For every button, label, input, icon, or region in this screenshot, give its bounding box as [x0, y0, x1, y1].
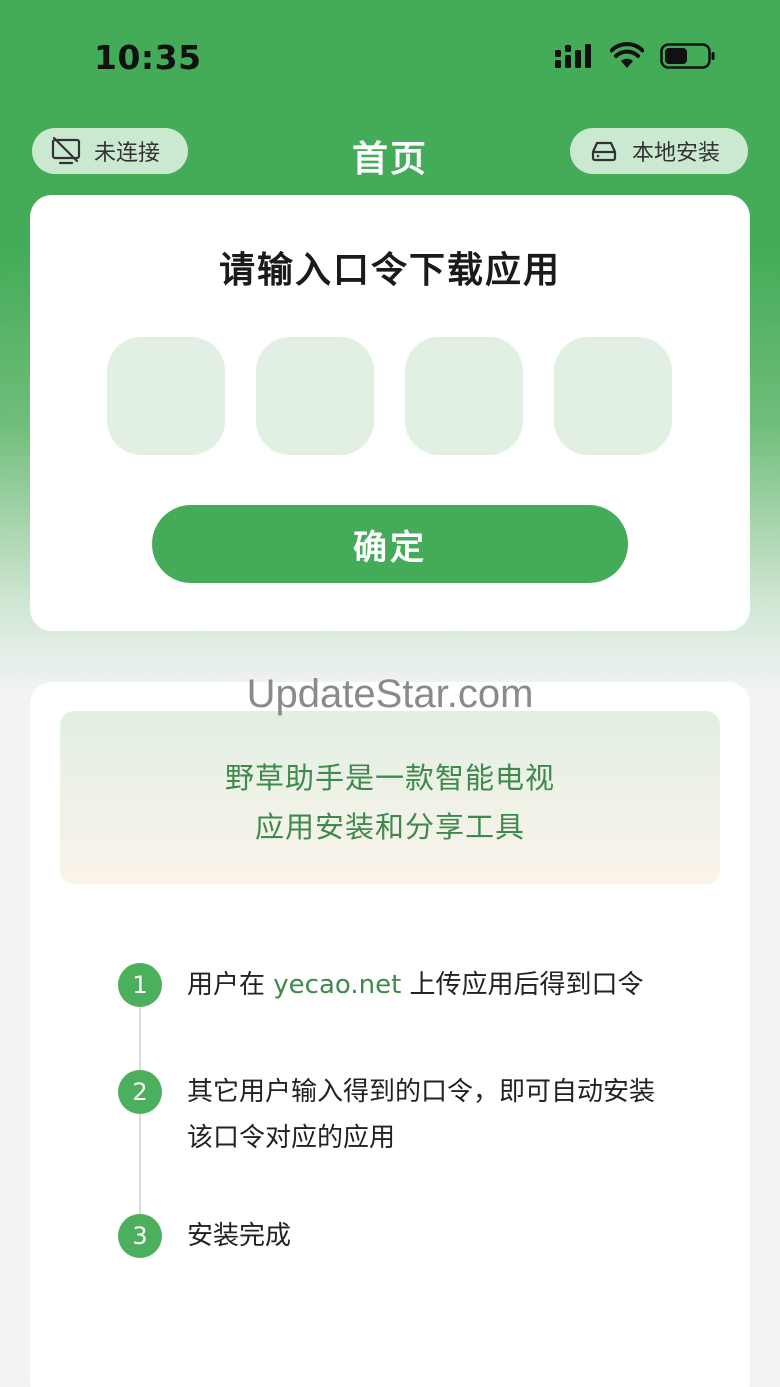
battery-icon: [660, 43, 715, 69]
local-install-label: 本地安装: [632, 141, 721, 166]
step-text: 用户在 yecao.net 上传应用后得到口令: [187, 962, 677, 1008]
code-input-box[interactable]: [256, 337, 374, 455]
watermark: UpdateStar.com: [246, 672, 534, 716]
info-card: 野草助手是一款智能电视 应用安装和分享工具 1 用户在 yecao.net 上传…: [30, 682, 750, 1387]
intro-line: 应用安装和分享工具: [254, 810, 525, 844]
wifi-icon: [610, 42, 644, 68]
intro-line: 野草助手是一款智能电视: [224, 761, 555, 795]
confirm-button[interactable]: 确定: [152, 505, 628, 583]
code-input-box[interactable]: [107, 337, 225, 455]
status-icons: [554, 42, 716, 70]
step-number-badge: 2: [118, 1070, 162, 1114]
step-text-part: 用户在: [187, 970, 274, 1000]
yecao-link[interactable]: yecao.net: [273, 970, 401, 1000]
drive-icon: [591, 141, 617, 162]
step-text: 安装完成: [187, 1221, 292, 1251]
signal-icon: [555, 44, 591, 68]
nav-bar: 未连接 首页 本地安装: [0, 126, 780, 180]
step-number-badge: 3: [118, 1214, 162, 1258]
status-bar: 10:35: [0, 0, 780, 110]
step-number-badge: 1: [118, 963, 162, 1007]
code-entry-title: 请输入口令下载应用: [218, 250, 561, 291]
code-input-box[interactable]: [405, 337, 523, 455]
code-input-box[interactable]: [554, 337, 672, 455]
step-text-part: 上传应用后得到口令: [401, 970, 644, 1000]
status-time: 10:35: [94, 38, 202, 77]
local-install-button[interactable]: 本地安装: [570, 128, 748, 174]
code-entry-card: 请输入口令下载应用 确定: [30, 195, 750, 631]
step-text: 其它用户输入得到的口令，即可自动安装该口令对应的应用: [187, 1077, 656, 1153]
intro-banner: 野草助手是一款智能电视 应用安装和分享工具: [60, 711, 720, 884]
code-input-group: [107, 337, 672, 455]
